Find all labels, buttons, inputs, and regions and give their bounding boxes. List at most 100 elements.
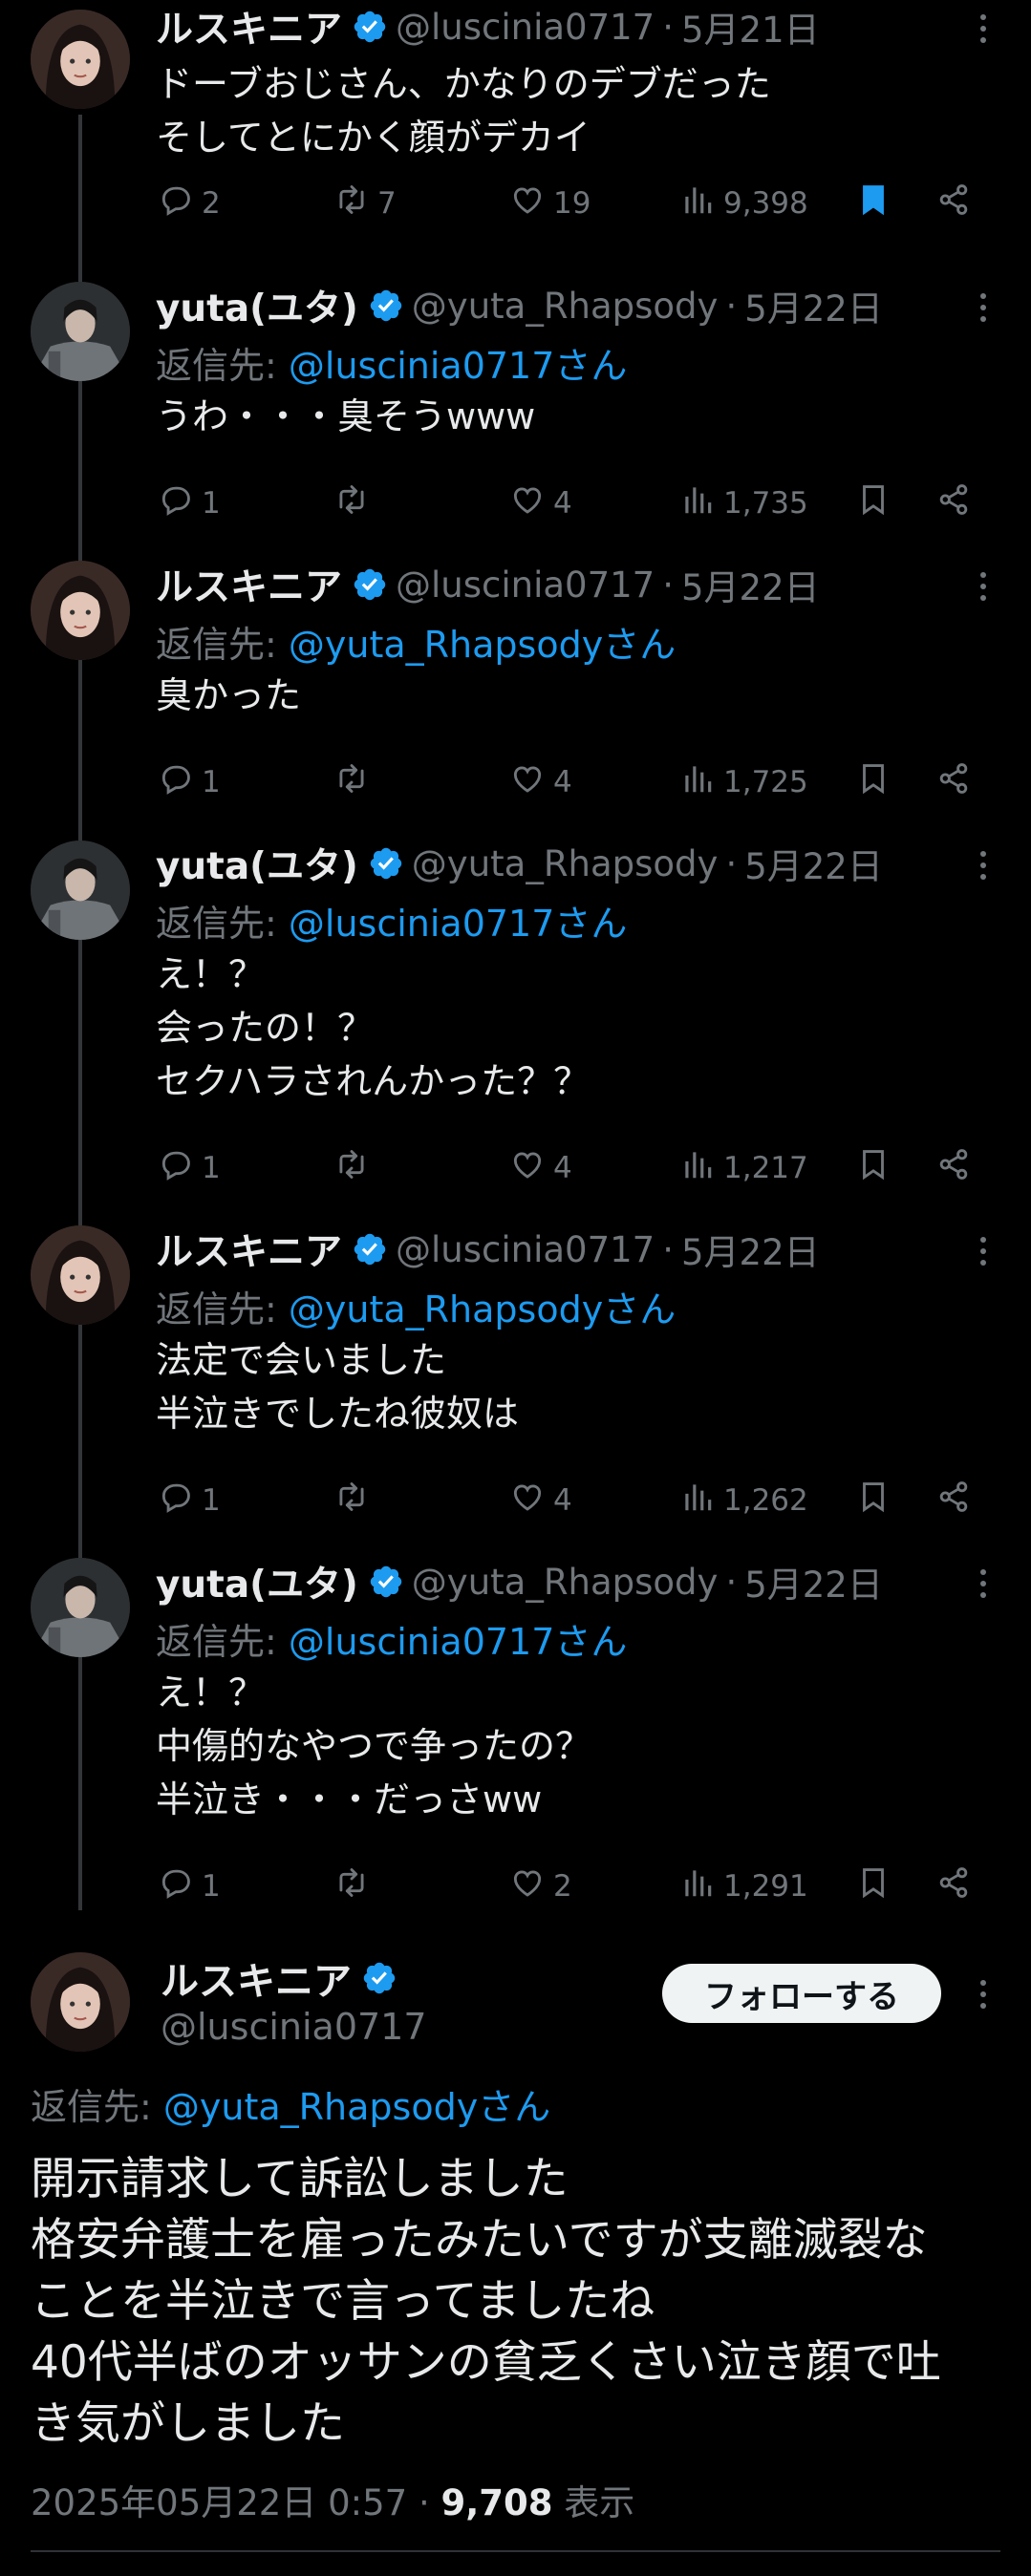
reply-button[interactable]: 1 bbox=[158, 479, 221, 527]
retweet-icon bbox=[333, 760, 377, 804]
verified-icon bbox=[352, 566, 388, 603]
more-icon[interactable] bbox=[964, 288, 1002, 327]
action-bar: 1 4 1,735 bbox=[156, 479, 987, 527]
retweet-button[interactable] bbox=[333, 758, 377, 806]
avatar[interactable] bbox=[31, 282, 130, 381]
reply-to-mention[interactable]: @yuta_Rhapsodyさん bbox=[289, 624, 676, 666]
avatar[interactable] bbox=[31, 561, 130, 660]
avatar[interactable] bbox=[31, 1225, 130, 1325]
author-name[interactable]: yuta(ユタ) bbox=[156, 279, 358, 332]
views-icon bbox=[679, 1479, 723, 1522]
like-button[interactable]: 4 bbox=[509, 758, 572, 806]
author-name[interactable]: yuta(ユタ) bbox=[156, 837, 358, 890]
bookmark-button[interactable] bbox=[855, 1144, 899, 1192]
views-button[interactable]: 1,217 bbox=[679, 1144, 808, 1192]
tweet[interactable]: yuta(ユタ) @yuta_Rhapsody · 5月22日 返信先: @luscin… bbox=[0, 279, 1031, 556]
more-icon[interactable] bbox=[964, 846, 1002, 884]
more-icon[interactable] bbox=[964, 10, 1002, 48]
retweet-button[interactable] bbox=[333, 1144, 377, 1192]
views-button[interactable]: 9,398 bbox=[679, 180, 808, 227]
tweet-date[interactable]: 5月22日 bbox=[744, 1556, 883, 1607]
tweet[interactable]: ルスキニア @luscinia0717 · 5月22日 返信先: @yuta_Rhaps… bbox=[0, 1223, 1031, 1518]
reply-to-mention[interactable]: @luscinia0717さん bbox=[289, 1621, 628, 1663]
timestamp[interactable]: 2025年05月22日 0:57 bbox=[31, 2482, 407, 2523]
tweet-date[interactable]: 5月22日 bbox=[681, 559, 820, 610]
action-bar: 1 4 1,725 bbox=[156, 758, 987, 806]
author-handle[interactable]: @luscinia0717 bbox=[396, 564, 655, 606]
author-name[interactable]: ルスキニア bbox=[156, 1223, 342, 1276]
bookmark-button[interactable] bbox=[855, 758, 899, 806]
like-button[interactable]: 2 bbox=[509, 1863, 572, 1910]
retweet-button[interactable] bbox=[333, 1477, 377, 1524]
tweet-text-line: ドーブおじさん、かなりのデブだった bbox=[156, 63, 771, 105]
retweet-button[interactable]: 7 bbox=[333, 180, 397, 227]
retweet-button[interactable] bbox=[333, 1863, 377, 1910]
author-handle[interactable]: @yuta_Rhapsody bbox=[412, 286, 719, 327]
author-name[interactable]: yuta(ユタ) bbox=[156, 1555, 358, 1608]
reply-button[interactable]: 1 bbox=[158, 758, 221, 806]
author-handle[interactable]: @luscinia0717 bbox=[396, 1229, 655, 1270]
reply-to-mention[interactable]: @luscinia0717さん bbox=[289, 903, 628, 945]
avatar[interactable] bbox=[31, 1952, 130, 2052]
author-handle[interactable]: @yuta_Rhapsody bbox=[412, 1562, 719, 1603]
tweet-date[interactable]: 5月22日 bbox=[744, 280, 883, 331]
verified-icon bbox=[352, 9, 388, 45]
reply-to-prefix: 返信先: bbox=[31, 2086, 163, 2128]
author-name[interactable]: ルスキニア bbox=[156, 0, 342, 53]
views-button[interactable]: 1,291 bbox=[679, 1863, 808, 1910]
like-button[interactable]: 4 bbox=[509, 479, 572, 527]
reply-to-mention[interactable]: @yuta_Rhapsodyさん bbox=[163, 2086, 550, 2128]
author-name[interactable]: ルスキニア bbox=[156, 558, 342, 611]
share-button[interactable] bbox=[935, 1477, 979, 1524]
reply-button[interactable]: 1 bbox=[158, 1477, 221, 1524]
like-button[interactable]: 4 bbox=[509, 1144, 572, 1192]
like-icon bbox=[509, 1864, 553, 1908]
tweet[interactable]: yuta(ユタ) @yuta_Rhapsody · 5月22日 返信先: @luscin… bbox=[0, 1555, 1031, 1904]
tweet-date[interactable]: 5月22日 bbox=[681, 1224, 820, 1275]
avatar[interactable] bbox=[31, 10, 130, 109]
views-button[interactable]: 1,262 bbox=[679, 1477, 808, 1524]
views-button[interactable]: 1,735 bbox=[679, 479, 808, 527]
bookmark-button[interactable] bbox=[855, 180, 899, 227]
tweet[interactable]: yuta(ユタ) @yuta_Rhapsody · 5月22日 返信先: @luscin… bbox=[0, 837, 1031, 1185]
tweet-text-line: え！？ bbox=[156, 1671, 266, 1714]
main-tweet: ルスキニア @luscinia0717 フォローする返信先: @yuta_Rhaps… bbox=[0, 1929, 1031, 2576]
more-icon[interactable] bbox=[964, 1232, 1002, 1270]
bookmark-icon bbox=[855, 1864, 899, 1908]
like-button[interactable]: 4 bbox=[509, 1477, 572, 1524]
main-author-name[interactable]: ルスキニア bbox=[161, 1950, 405, 2006]
reply-button[interactable]: 1 bbox=[158, 1144, 221, 1192]
like-icon bbox=[509, 760, 553, 804]
bookmark-button[interactable] bbox=[855, 1863, 899, 1910]
avatar[interactable] bbox=[31, 841, 130, 940]
tweet-text-line: 中傷的なやつで争ったの？ bbox=[156, 1725, 592, 1767]
author-handle[interactable]: @yuta_Rhapsody bbox=[412, 843, 719, 884]
views-button[interactable]: 1,725 bbox=[679, 758, 808, 806]
main-author-handle[interactable]: @luscinia0717 bbox=[161, 2006, 427, 2048]
share-button[interactable] bbox=[935, 758, 979, 806]
bookmark-button[interactable] bbox=[855, 1477, 899, 1524]
reply-button[interactable]: 2 bbox=[158, 180, 221, 227]
author-handle[interactable]: @luscinia0717 bbox=[396, 7, 655, 48]
reply-button[interactable]: 1 bbox=[158, 1863, 221, 1910]
tweet-date[interactable]: 5月21日 bbox=[681, 1, 820, 53]
share-button[interactable] bbox=[935, 1863, 979, 1910]
bookmark-button[interactable] bbox=[855, 479, 899, 527]
follow-button[interactable]: フォローする bbox=[662, 1964, 941, 2023]
more-icon[interactable] bbox=[964, 1975, 1002, 2013]
more-icon[interactable] bbox=[964, 1565, 1002, 1603]
retweet-button[interactable] bbox=[333, 479, 377, 527]
share-button[interactable] bbox=[935, 479, 979, 527]
tweet-date[interactable]: 5月22日 bbox=[744, 838, 883, 889]
share-button[interactable] bbox=[935, 1144, 979, 1192]
more-icon[interactable] bbox=[964, 567, 1002, 606]
tweet[interactable]: ルスキニア @luscinia0717 · 5月21日 ドーブおじさん、かなりのデブだっ… bbox=[0, 0, 1031, 277]
avatar[interactable] bbox=[31, 1558, 130, 1657]
reply-to-mention[interactable]: @luscinia0717さん bbox=[289, 345, 628, 387]
views-count: 1,735 bbox=[723, 486, 808, 521]
reply-to-mention[interactable]: @yuta_Rhapsodyさん bbox=[289, 1288, 676, 1331]
reply-icon bbox=[158, 181, 202, 225]
share-button[interactable] bbox=[935, 180, 979, 227]
tweet[interactable]: ルスキニア @luscinia0717 · 5月22日 返信先: @yuta_Rhaps… bbox=[0, 558, 1031, 835]
like-button[interactable]: 19 bbox=[509, 180, 591, 227]
